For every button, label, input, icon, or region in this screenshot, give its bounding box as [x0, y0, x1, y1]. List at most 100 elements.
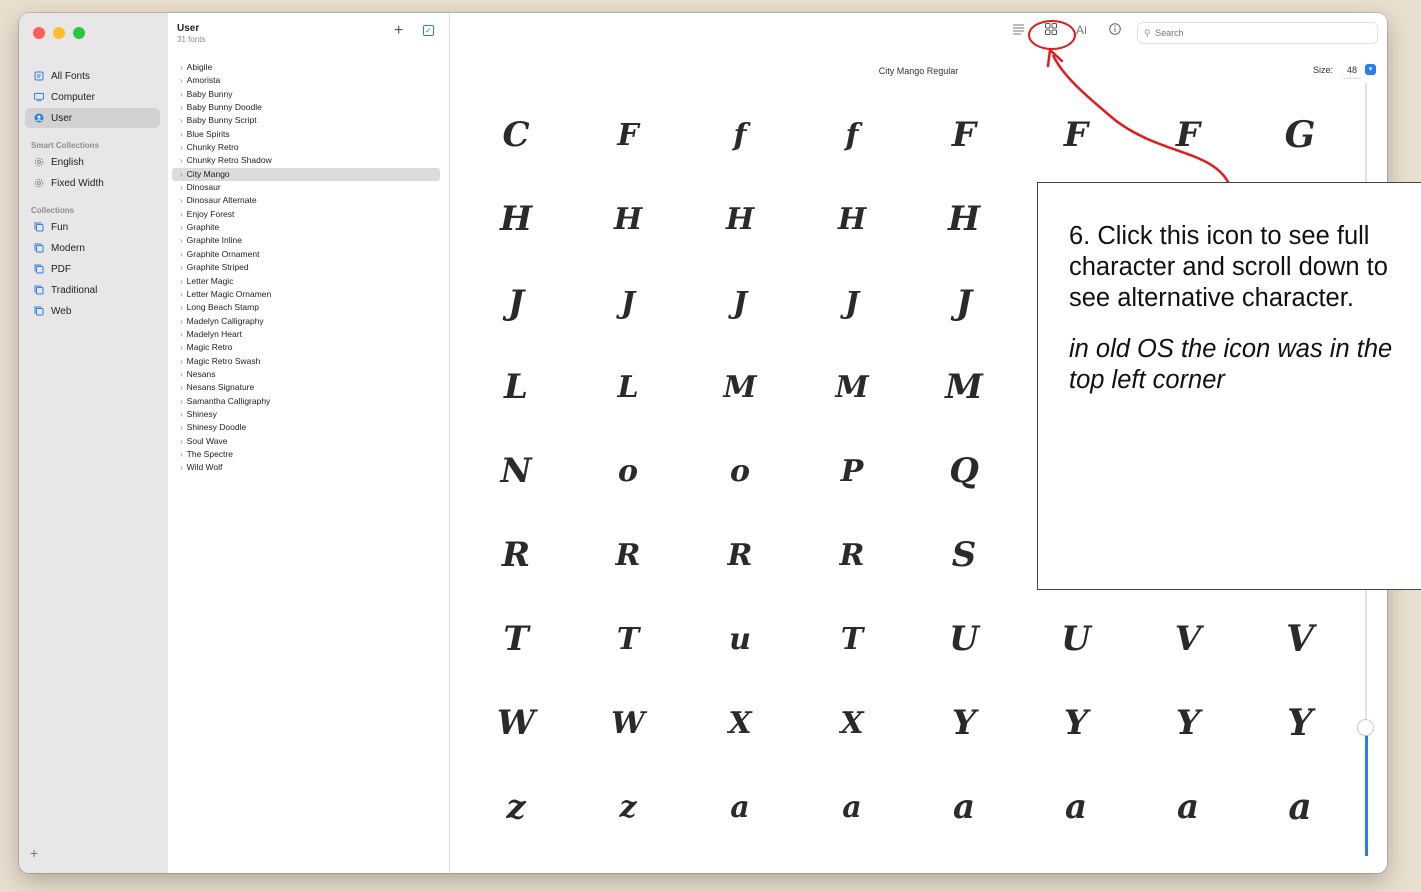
- glyph-cell[interactable]: u: [684, 597, 796, 681]
- glyph-cell[interactable]: X: [684, 681, 796, 765]
- chevron-right-icon[interactable]: ›: [180, 196, 183, 205]
- glyph-cell[interactable]: F: [1020, 93, 1132, 177]
- glyph-cell[interactable]: R: [684, 513, 796, 597]
- chevron-right-icon[interactable]: ›: [180, 410, 183, 419]
- font-list-item[interactable]: › Abigile: [172, 61, 440, 74]
- chevron-right-icon[interactable]: ›: [180, 450, 183, 459]
- chevron-right-icon[interactable]: ›: [180, 370, 183, 379]
- glyph-cell[interactable]: H: [684, 177, 796, 261]
- close-window-button[interactable]: [33, 27, 45, 39]
- glyph-cell[interactable]: J: [684, 261, 796, 345]
- glyph-cell[interactable]: F: [1132, 93, 1244, 177]
- search-input[interactable]: [1153, 27, 1358, 39]
- chevron-right-icon[interactable]: ›: [180, 303, 183, 312]
- validate-fonts-icon[interactable]: ✓: [423, 25, 434, 36]
- chevron-right-icon[interactable]: ›: [180, 223, 183, 232]
- glyph-cell[interactable]: R: [572, 513, 684, 597]
- chevron-right-icon[interactable]: ›: [180, 437, 183, 446]
- zoom-window-button[interactable]: [73, 27, 85, 39]
- glyph-cell[interactable]: a: [908, 765, 1020, 849]
- size-slider-knob[interactable]: [1358, 720, 1373, 735]
- chevron-right-icon[interactable]: ›: [180, 183, 183, 192]
- font-list-item[interactable]: › Wild Wolf: [172, 461, 440, 474]
- glyph-cell[interactable]: J: [572, 261, 684, 345]
- font-list-item[interactable]: › The Spectre: [172, 448, 440, 461]
- glyph-cell[interactable]: L: [460, 345, 572, 429]
- size-field[interactable]: 48: [1343, 62, 1361, 79]
- glyph-cell[interactable]: o: [572, 429, 684, 513]
- text-size-icon[interactable]: AI: [1076, 23, 1087, 37]
- glyph-cell[interactable]: H: [908, 177, 1020, 261]
- glyph-cell[interactable]: a: [796, 765, 908, 849]
- chevron-right-icon[interactable]: ›: [180, 130, 183, 139]
- chevron-right-icon[interactable]: ›: [180, 103, 183, 112]
- chevron-right-icon[interactable]: ›: [180, 156, 183, 165]
- chevron-right-icon[interactable]: ›: [180, 143, 183, 152]
- glyph-cell[interactable]: M: [684, 345, 796, 429]
- glyph-cell[interactable]: C: [460, 93, 572, 177]
- chevron-right-icon[interactable]: ›: [180, 317, 183, 326]
- glyph-cell[interactable]: M: [796, 345, 908, 429]
- glyph-cell[interactable]: a: [684, 765, 796, 849]
- font-list-item[interactable]: › Dinosaur: [172, 181, 440, 194]
- glyph-cell[interactable]: V: [1244, 597, 1356, 681]
- sidebar-item-traditional[interactable]: Traditional: [25, 280, 160, 300]
- search-field[interactable]: ⚲: [1137, 22, 1378, 44]
- sidebar-item-pdf[interactable]: PDF: [25, 259, 160, 279]
- glyph-cell[interactable]: S: [908, 513, 1020, 597]
- chevron-right-icon[interactable]: ›: [180, 423, 183, 432]
- font-list-item[interactable]: › City Mango: [172, 167, 440, 182]
- minimize-window-button[interactable]: [53, 27, 65, 39]
- font-list-item[interactable]: › Madelyn Calligraphy: [172, 315, 440, 328]
- glyph-cell[interactable]: R: [460, 513, 572, 597]
- size-dropdown-button[interactable]: ▾: [1365, 64, 1376, 75]
- font-list-item[interactable]: › Magic Retro Swash: [172, 355, 440, 368]
- sidebar-item-computer[interactable]: Computer: [25, 87, 160, 107]
- glyph-cell[interactable]: H: [796, 177, 908, 261]
- glyph-cell[interactable]: G: [1244, 93, 1356, 177]
- font-list-item[interactable]: › Magic Retro: [172, 341, 440, 354]
- glyph-cell[interactable]: M: [908, 345, 1020, 429]
- font-list-item[interactable]: › Long Beach Stamp: [172, 301, 440, 314]
- font-list-item[interactable]: › Shinesy: [172, 408, 440, 421]
- glyph-cell[interactable]: a: [1132, 765, 1244, 849]
- add-font-button[interactable]: +: [394, 23, 403, 39]
- glyph-cell[interactable]: L: [572, 345, 684, 429]
- font-list-item[interactable]: › Soul Wave: [172, 435, 440, 448]
- glyph-cell[interactable]: F: [908, 93, 1020, 177]
- glyph-cell[interactable]: H: [572, 177, 684, 261]
- font-list-item[interactable]: › Amorista: [172, 74, 440, 87]
- chevron-right-icon[interactable]: ›: [180, 236, 183, 245]
- chevron-right-icon[interactable]: ›: [180, 383, 183, 392]
- sidebar-item-english[interactable]: English: [25, 152, 160, 172]
- font-list-item[interactable]: › Dinosaur Alternate: [172, 194, 440, 207]
- sidebar-item-fixed-width[interactable]: Fixed Width: [25, 173, 160, 193]
- glyph-cell[interactable]: H: [460, 177, 572, 261]
- glyph-cell[interactable]: J: [460, 261, 572, 345]
- glyph-cell[interactable]: F: [572, 93, 684, 177]
- chevron-right-icon[interactable]: ›: [180, 463, 183, 472]
- font-list-item[interactable]: › Blue Spirits: [172, 128, 440, 141]
- sidebar-item-web[interactable]: Web: [25, 301, 160, 321]
- font-list-item[interactable]: › Letter Magic: [172, 275, 440, 288]
- glyph-cell[interactable]: z: [572, 765, 684, 849]
- chevron-right-icon[interactable]: ›: [180, 397, 183, 406]
- font-list-item[interactable]: › Chunky Retro: [172, 141, 440, 154]
- chevron-right-icon[interactable]: ›: [180, 357, 183, 366]
- glyph-cell[interactable]: V: [1132, 597, 1244, 681]
- font-list-item[interactable]: › Chunky Retro Shadow: [172, 154, 440, 167]
- glyph-cell[interactable]: Y: [908, 681, 1020, 765]
- glyph-cell[interactable]: Q: [908, 429, 1020, 513]
- glyph-cell[interactable]: W: [572, 681, 684, 765]
- font-list-item[interactable]: › Baby Bunny Script: [172, 114, 440, 127]
- glyph-cell[interactable]: U: [908, 597, 1020, 681]
- font-list-item[interactable]: › Shinesy Doodle: [172, 421, 440, 434]
- font-list-item[interactable]: › Graphite: [172, 221, 440, 234]
- chevron-right-icon[interactable]: ›: [180, 263, 183, 272]
- chevron-right-icon[interactable]: ›: [180, 63, 183, 72]
- font-list-item[interactable]: › Nesans: [172, 368, 440, 381]
- chevron-right-icon[interactable]: ›: [180, 277, 183, 286]
- font-list-item[interactable]: › Baby Bunny: [172, 88, 440, 101]
- font-list-item[interactable]: › Madelyn Heart: [172, 328, 440, 341]
- glyph-cell[interactable]: X: [796, 681, 908, 765]
